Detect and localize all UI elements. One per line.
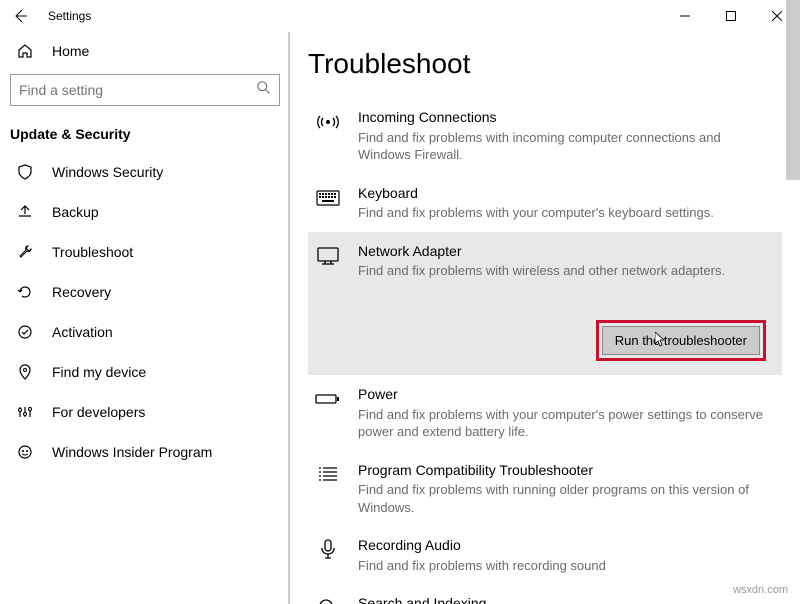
backup-icon	[16, 203, 34, 221]
nav-home[interactable]: Home	[0, 32, 290, 70]
titlebar-left: Settings	[8, 4, 91, 28]
broadcast-icon	[314, 110, 342, 134]
ts-incoming-connections[interactable]: Incoming Connections Find and fix proble…	[308, 98, 782, 174]
highlight-box: Run the troubleshooter	[596, 320, 766, 361]
nav-label: Backup	[52, 204, 99, 220]
titlebar: Settings	[0, 0, 800, 32]
nav-label: Activation	[52, 324, 113, 340]
ts-network-adapter[interactable]: Network Adapter Find and fix problems wi…	[308, 232, 782, 375]
ts-text: Keyboard Find and fix problems with your…	[358, 184, 776, 222]
ts-title: Network Adapter	[358, 242, 776, 262]
run-label: Run the troubleshooter	[615, 333, 747, 348]
nav-label: Windows Security	[52, 164, 163, 180]
ts-text: Recording Audio Find and fix problems wi…	[358, 536, 776, 574]
nav-label: For developers	[52, 404, 145, 420]
ts-desc: Find and fix problems with your computer…	[358, 204, 776, 222]
ts-title: Search and Indexing	[358, 594, 776, 604]
nav-label: Recovery	[52, 284, 111, 300]
ts-title: Recording Audio	[358, 536, 776, 556]
ts-desc: Find and fix problems with running older…	[358, 481, 776, 516]
recovery-icon	[16, 283, 34, 301]
ts-text: Power Find and fix problems with your co…	[358, 385, 776, 441]
home-icon	[16, 42, 34, 60]
ts-text: Incoming Connections Find and fix proble…	[358, 108, 776, 164]
ts-title: Power	[358, 385, 776, 405]
maximize-button[interactable]	[708, 0, 754, 32]
ts-desc: Find and fix problems with your computer…	[358, 406, 776, 441]
nav-label: Windows Insider Program	[52, 444, 212, 460]
run-button-wrap: Run the troubleshooter	[314, 320, 776, 361]
nav-activation[interactable]: Activation	[0, 312, 290, 352]
monitor-icon	[314, 244, 342, 268]
content: Home Update & Security Windows Security …	[0, 32, 800, 604]
nav-home-label: Home	[52, 43, 89, 59]
nav-insider-program[interactable]: Windows Insider Program	[0, 432, 290, 472]
minimize-icon	[680, 11, 690, 21]
search-input[interactable]	[19, 82, 257, 98]
ts-search-indexing[interactable]: Search and Indexing Find and fix problem…	[308, 584, 782, 604]
list-icon	[314, 463, 342, 487]
sidebar: Home Update & Security Windows Security …	[0, 32, 290, 604]
shield-icon	[16, 163, 34, 181]
search-icon	[314, 596, 342, 604]
minimize-button[interactable]	[662, 0, 708, 32]
ts-power[interactable]: Power Find and fix problems with your co…	[308, 375, 782, 451]
battery-icon	[314, 387, 342, 411]
nav-backup[interactable]: Backup	[0, 192, 290, 232]
nav-troubleshoot[interactable]: Troubleshoot	[0, 232, 290, 272]
window-title: Settings	[48, 9, 91, 23]
section-header: Update & Security	[0, 118, 290, 152]
microphone-icon	[314, 538, 342, 562]
main-panel: Troubleshoot Incoming Connections Find a…	[290, 32, 800, 604]
nav-for-developers[interactable]: For developers	[0, 392, 290, 432]
ts-keyboard[interactable]: Keyboard Find and fix problems with your…	[308, 174, 782, 232]
arrow-left-icon	[12, 8, 28, 24]
ts-title: Program Compatibility Troubleshooter	[358, 461, 776, 481]
maximize-icon	[726, 11, 736, 21]
nav-label: Troubleshoot	[52, 244, 133, 260]
watermark: wsxdn.com	[733, 584, 788, 596]
scrollbar[interactable]	[786, 32, 800, 604]
nav-recovery[interactable]: Recovery	[0, 272, 290, 312]
ts-text: Network Adapter Find and fix problems wi…	[358, 242, 776, 280]
ts-recording-audio[interactable]: Recording Audio Find and fix problems wi…	[308, 526, 782, 584]
location-icon	[16, 363, 34, 381]
ts-desc: Find and fix problems with recording sou…	[358, 557, 776, 575]
back-button[interactable]	[8, 4, 32, 28]
search-box[interactable]	[10, 74, 280, 106]
ts-program-compatibility[interactable]: Program Compatibility Troubleshooter Fin…	[308, 451, 782, 527]
close-icon	[772, 11, 782, 21]
ts-desc: Find and fix problems with incoming comp…	[358, 129, 776, 164]
run-troubleshooter-button[interactable]: Run the troubleshooter	[602, 326, 760, 355]
search-icon	[257, 81, 271, 100]
ts-desc: Find and fix problems with wireless and …	[358, 262, 776, 280]
keyboard-icon	[314, 186, 342, 210]
ts-row: Network Adapter Find and fix problems wi…	[314, 242, 776, 280]
nav-windows-security[interactable]: Windows Security	[0, 152, 290, 192]
nav-find-my-device[interactable]: Find my device	[0, 352, 290, 392]
window-controls	[662, 0, 800, 32]
scrollbar-thumb[interactable]	[786, 32, 800, 180]
page-title: Troubleshoot	[308, 48, 782, 80]
ts-text: Program Compatibility Troubleshooter Fin…	[358, 461, 776, 517]
sliders-icon	[16, 403, 34, 421]
insider-icon	[16, 443, 34, 461]
ts-title: Incoming Connections	[358, 108, 776, 128]
wrench-icon	[16, 243, 34, 261]
ts-title: Keyboard	[358, 184, 776, 204]
ts-text: Search and Indexing Find and fix problem…	[358, 594, 776, 604]
nav-label: Find my device	[52, 364, 146, 380]
check-circle-icon	[16, 323, 34, 341]
